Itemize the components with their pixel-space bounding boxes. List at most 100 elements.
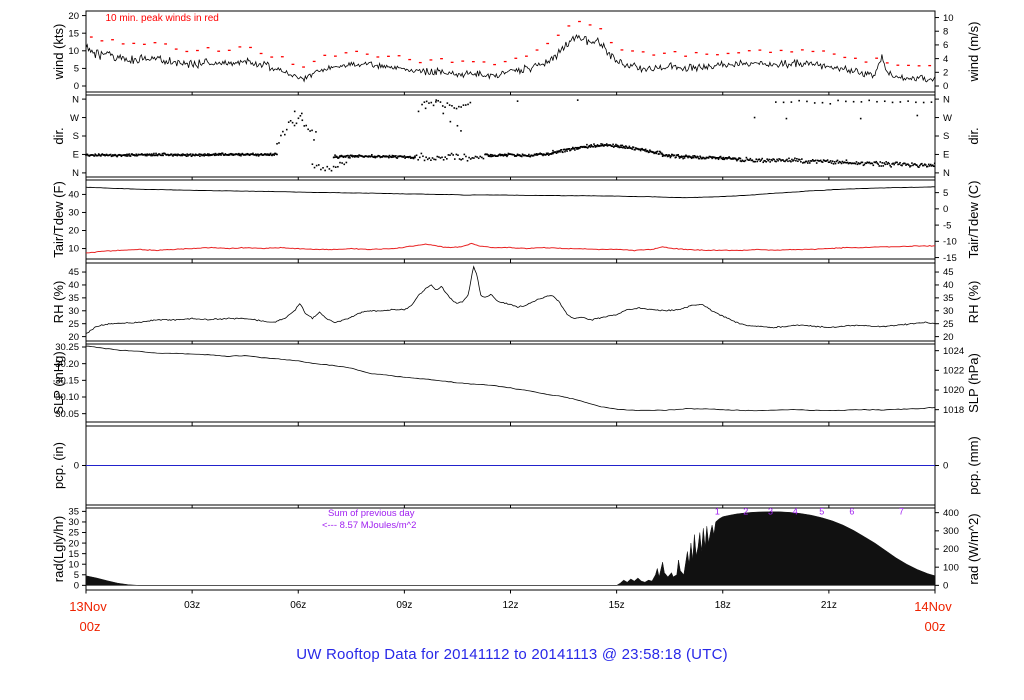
wind-dir-dot xyxy=(761,157,764,160)
x-axis: 03z 06z 09z 12z 15z 18z 21z 13Nov 00z 14Nov 00z xyxy=(69,599,952,634)
y-tick-label-right: 0 xyxy=(943,581,948,592)
wind-dir-dot xyxy=(426,158,429,161)
wind-dir-dot xyxy=(876,100,878,103)
wind-dir-dot xyxy=(795,159,797,162)
peak-wind-dot xyxy=(737,52,741,54)
y-tick-label-right: W xyxy=(943,113,952,124)
peak-wind-dot xyxy=(705,53,709,55)
wind-dir-dot xyxy=(125,155,128,157)
wind-dir-dot xyxy=(675,156,677,158)
y-tick-label-right: N xyxy=(943,168,950,179)
y-axis-title-left: RH (%) xyxy=(51,281,66,324)
wind-dir-dot xyxy=(790,160,792,163)
peak-wind-dot xyxy=(800,49,804,51)
wind-dir-dot xyxy=(436,155,439,158)
y-tick-label-left: 10 xyxy=(68,46,79,57)
wind-dir-dot xyxy=(568,147,571,150)
y-tick-label-left: 10 xyxy=(68,559,79,570)
y-tick-label-left: N xyxy=(72,168,79,179)
wind-speed-trace xyxy=(85,33,936,83)
wind-dir-dot xyxy=(845,100,847,103)
wind-dir-dot xyxy=(161,152,164,155)
wind-dir-dot xyxy=(682,157,684,160)
peak-wind-dot xyxy=(280,56,284,58)
wind-dir-dot xyxy=(461,158,464,160)
radiation-area xyxy=(85,511,936,586)
wind-dir-dot xyxy=(808,162,811,164)
wind-dir-dot xyxy=(620,144,622,147)
wind-dir-dot xyxy=(239,153,242,156)
wind-dir-dot xyxy=(834,162,837,165)
wind-dir-dot xyxy=(547,152,549,155)
wind-dir-dot xyxy=(806,100,808,103)
wind-dir-dot xyxy=(428,157,431,159)
x-tick-label: 15z xyxy=(609,600,625,611)
chart-title: UW Rooftop Data for 20141112 to 20141113… xyxy=(296,646,728,663)
wind-dir-dot xyxy=(885,161,887,163)
peak-wind-dot xyxy=(153,42,157,44)
wind-dir-dot xyxy=(788,157,790,160)
wind-dir-dot xyxy=(589,146,592,148)
peak-wind-dot xyxy=(270,56,274,58)
wind-dir-dot xyxy=(238,152,240,155)
peak-wind-dot xyxy=(249,46,252,49)
y-tick-label-right: 400 xyxy=(943,508,959,519)
peak-wind-dot xyxy=(365,53,369,55)
wind-dir-dot xyxy=(722,156,725,159)
wind-dir-dot xyxy=(837,99,839,102)
wind-dir-dot xyxy=(506,154,509,156)
rad-note-line1: Sum of previous day xyxy=(328,508,415,519)
wind-dir-dot xyxy=(479,155,482,158)
y-tick-label-right: 6 xyxy=(943,40,948,51)
wind-dir-dot xyxy=(573,147,575,150)
wind-dir-dot xyxy=(677,153,679,156)
wind-dir-dot xyxy=(418,156,421,159)
wind-dir-dot xyxy=(466,159,469,162)
wind-dir-dot xyxy=(330,169,333,172)
y-tick-label-right: N xyxy=(943,94,950,105)
wind-dir-dot xyxy=(489,155,491,158)
wind-dir-dot xyxy=(435,101,437,103)
wind-dir-dot xyxy=(668,155,671,157)
wind-dir-dot xyxy=(505,153,508,156)
wind-dir-dot xyxy=(521,155,523,158)
wind-dir-dot xyxy=(300,112,303,115)
peak-wind-dot xyxy=(546,42,550,45)
wind-dir-dot xyxy=(129,155,132,157)
wind-dir-dot xyxy=(162,154,164,157)
wind-dir-dot xyxy=(295,122,298,125)
wind-dir-dot xyxy=(453,107,456,109)
y-tick-label-left: 20 xyxy=(68,11,79,22)
wind-dir-dot xyxy=(181,154,184,157)
wind-dir-dot xyxy=(620,146,623,149)
peak-wind-dot xyxy=(822,50,825,52)
wind-dir-dot xyxy=(280,134,282,137)
wind-dir-dot xyxy=(888,162,890,165)
wind-dir-dot xyxy=(217,154,220,156)
wind-dir-dot xyxy=(390,156,393,159)
peak-wind-dot xyxy=(429,59,433,61)
wind-dir-dot xyxy=(287,121,290,124)
peak-wind-dot xyxy=(578,20,581,23)
end-date-label: 14Nov xyxy=(914,599,952,614)
peak-wind-dot xyxy=(716,54,719,56)
wind-dir-dot xyxy=(293,110,296,113)
y-tick-label-left: 40 xyxy=(68,190,79,201)
y-axis-title-right: pcp. (mm) xyxy=(966,436,981,495)
wind-dir-dot xyxy=(545,153,547,156)
wind-dir-dot xyxy=(153,152,155,155)
y-tick-label-left: E xyxy=(73,150,79,161)
wind-dir-dot xyxy=(599,145,602,147)
wind-dir-dot xyxy=(683,157,686,159)
y-tick-label-left: 0 xyxy=(74,461,79,472)
wind-dir-dot xyxy=(908,164,910,166)
wind-dir-dot xyxy=(807,160,810,162)
wind-dir-dot xyxy=(882,165,885,167)
wind-dir-dot xyxy=(836,159,839,162)
peak-wind-dot xyxy=(811,50,815,53)
wind-dir-dot xyxy=(877,163,880,166)
wind-dir-dot xyxy=(460,106,462,108)
peak-wind-dot xyxy=(907,64,910,67)
wind-dir-dot xyxy=(317,164,320,166)
peak-wind-dot xyxy=(164,43,167,45)
